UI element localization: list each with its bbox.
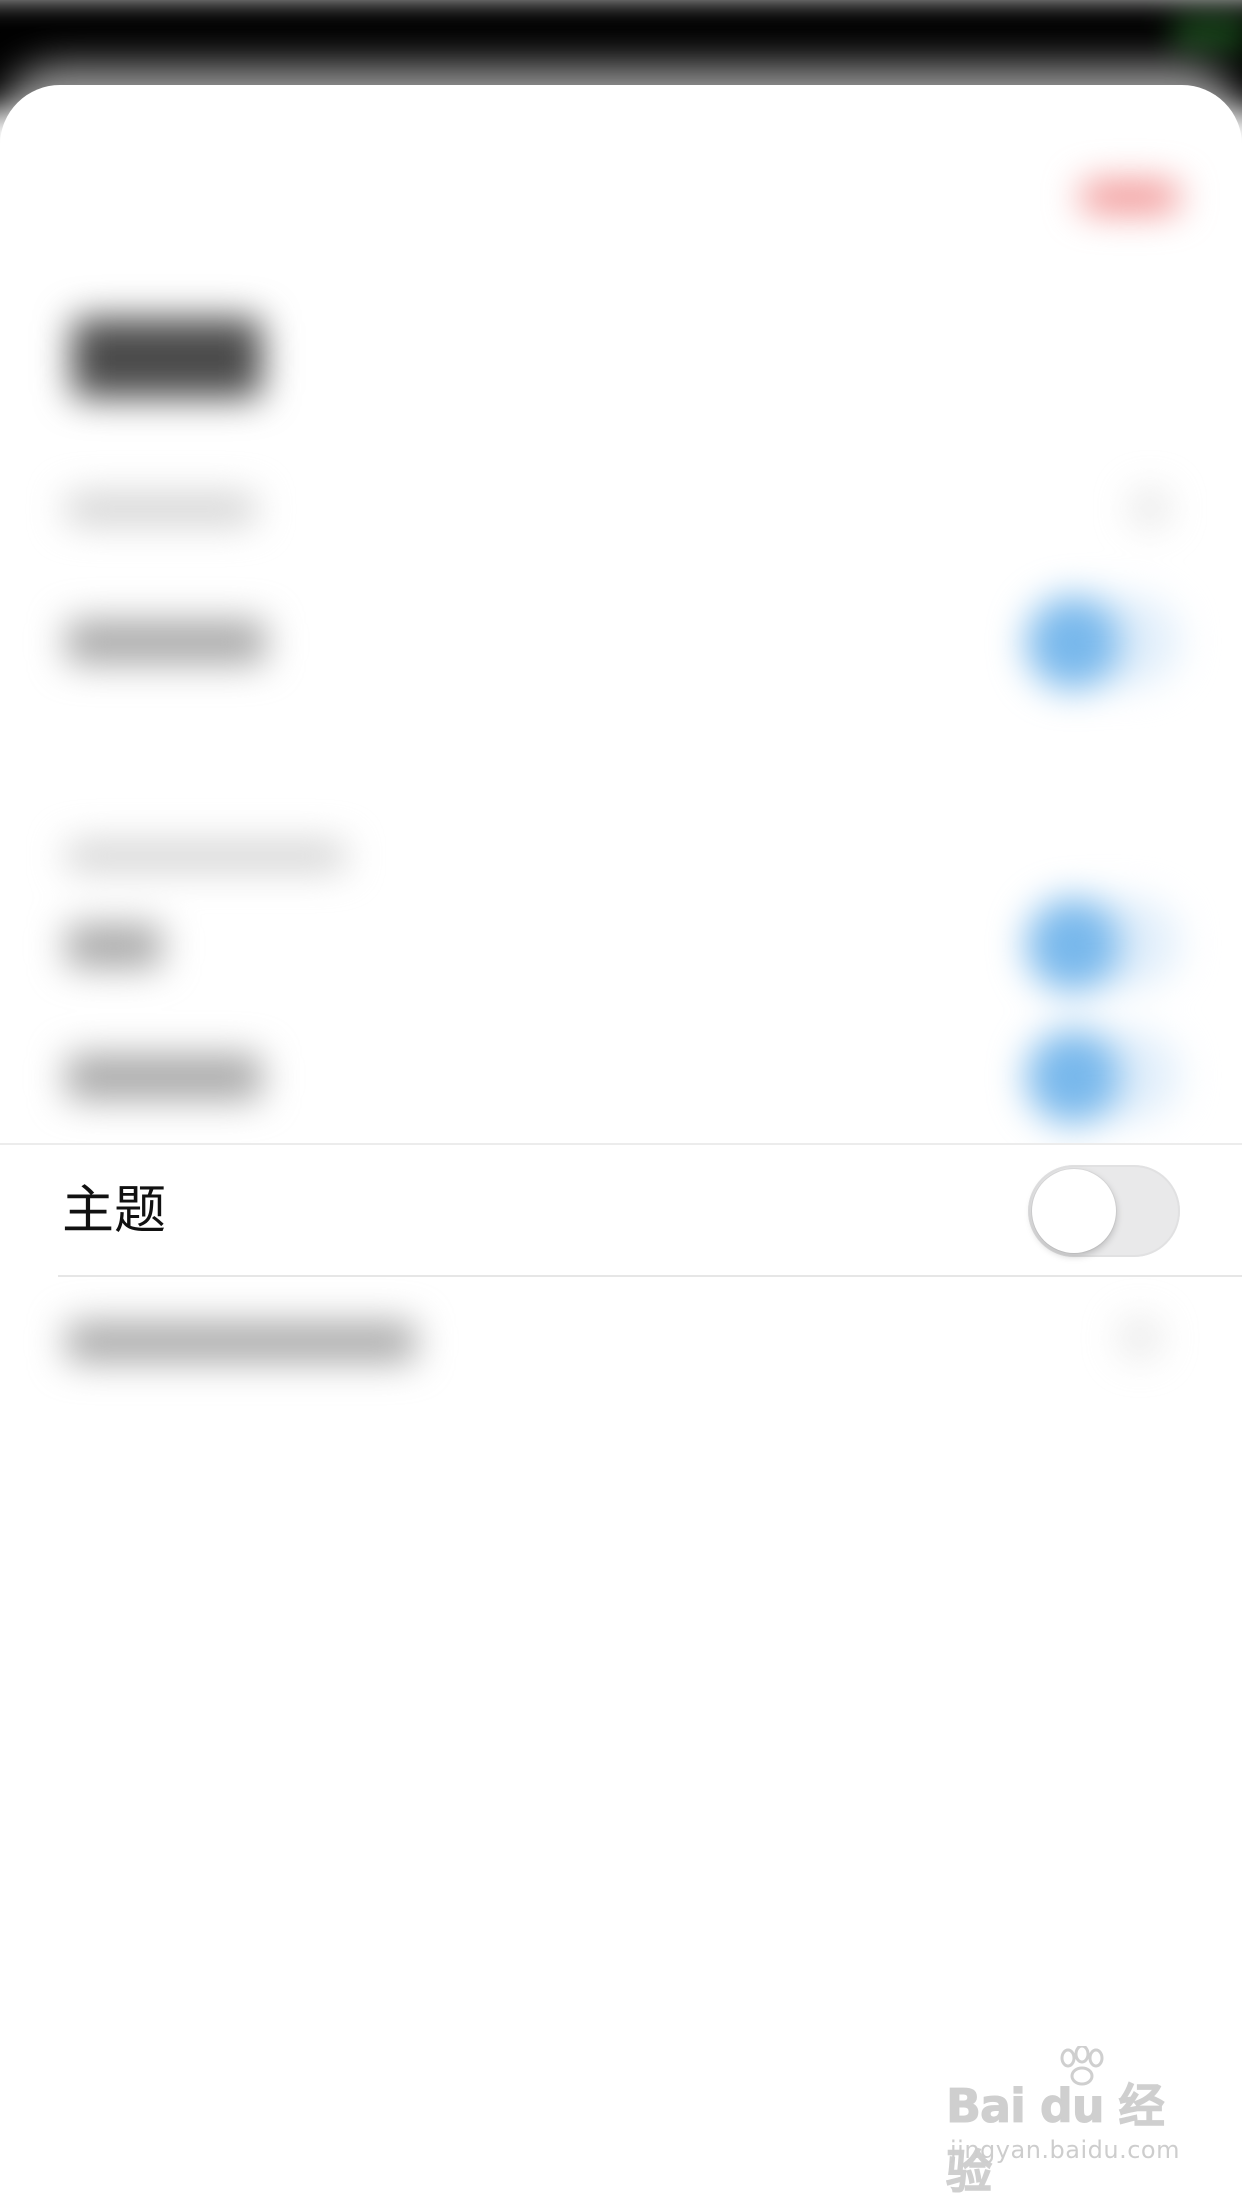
baidu-jingyan-watermark: Bai du 经验 jingyan.baidu.com [946, 2046, 1186, 2200]
watermark-url: jingyan.baidu.com [950, 2136, 1180, 2164]
theme-label: 主题 [62, 1181, 167, 1241]
row-divider [58, 1275, 1242, 1277]
theme-toggle[interactable] [1028, 1165, 1180, 1257]
battery-icon [1172, 15, 1242, 52]
settings-row-theme: 主题 [0, 1143, 1242, 1277]
toggle-knob [1032, 1169, 1116, 1253]
